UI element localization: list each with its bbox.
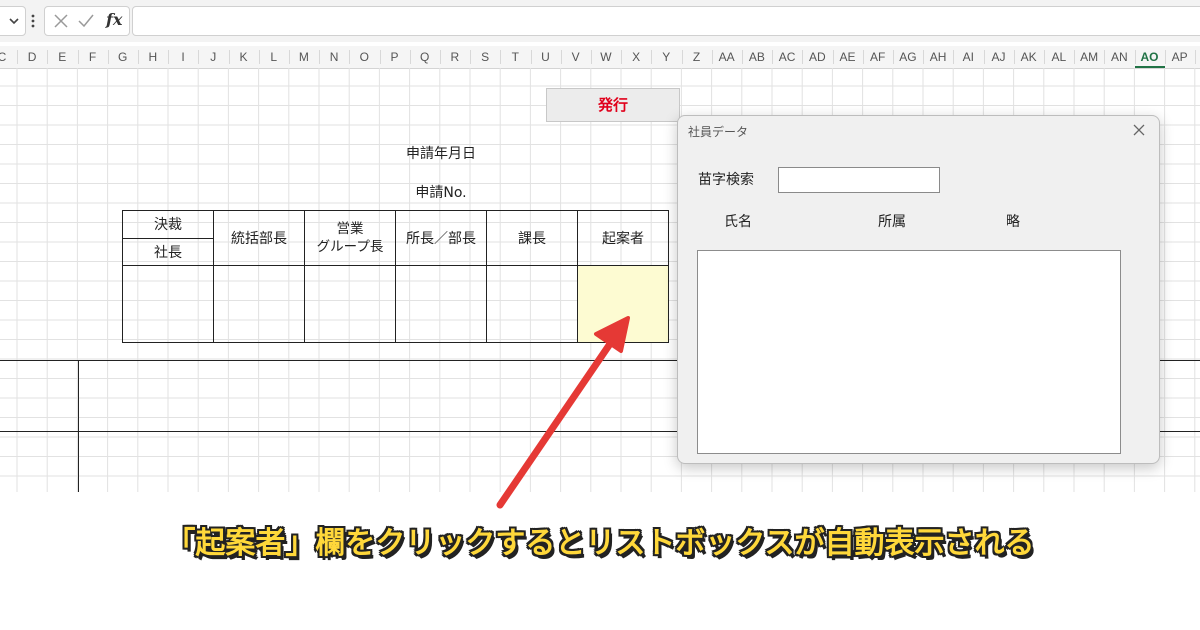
column-header-k[interactable]: K [229,46,259,68]
column-header-p[interactable]: P [380,46,410,68]
drafter-stamp-cell[interactable] [578,266,668,342]
formula-buttons: fx [44,6,130,36]
employee-data-dialog: 社員データ 苗字検索 氏名 所属 略 [677,115,1160,464]
column-header-e[interactable]: E [47,46,77,68]
list-header-name: 氏名 [724,214,752,230]
column-header-ae[interactable]: AE [833,46,863,68]
column-header-x[interactable]: X [621,46,651,68]
issue-button[interactable]: 発行 [546,88,680,122]
column-header-ai[interactable]: AI [953,46,983,68]
application-number-label: 申請No. [415,185,467,201]
column-header-ad[interactable]: AD [802,46,832,68]
caption-text: 「起案者」欄をクリックするとリストボックスが自動表示される [165,526,1035,561]
lower-box-left-border [78,360,79,492]
column-header-o[interactable]: O [349,46,379,68]
column-header-n[interactable]: N [319,46,349,68]
column-header-aq[interactable]: AQ [1195,46,1200,68]
column-header-ao[interactable]: AO [1134,46,1165,68]
column-header-w[interactable]: W [591,46,621,68]
dialog-title: 社員データ [688,125,749,139]
column-header-z[interactable]: Z [682,46,712,68]
column-header-ah[interactable]: AH [923,46,953,68]
surname-search-label: 苗字検索 [698,172,754,188]
column-header-v[interactable]: V [561,46,591,68]
column-header-j[interactable]: J [198,46,228,68]
column-header-u[interactable]: U [531,46,561,68]
column-header-m[interactable]: M [289,46,319,68]
name-box[interactable] [0,6,26,36]
list-header-department: 所属 [878,214,906,230]
function-icon[interactable]: fx [106,10,122,29]
chevron-down-icon[interactable] [7,14,21,28]
approval-header-drafter: 起案者 [602,231,644,247]
column-header-aj[interactable]: AJ [984,46,1014,68]
column-header-c[interactable]: C [0,46,17,68]
approval-header-president: 社長 [154,245,182,261]
column-header-r[interactable]: R [440,46,470,68]
confirm-icon[interactable] [77,13,95,29]
formula-input[interactable] [132,6,1200,36]
close-icon[interactable] [1129,120,1149,140]
column-header-h[interactable]: H [138,46,168,68]
formula-bar: fx [0,0,1200,42]
employee-listbox[interactable] [697,250,1121,454]
column-header-g[interactable]: G [108,46,138,68]
surname-search-input[interactable] [778,167,940,193]
column-header-ab[interactable]: AB [742,46,772,68]
approval-header-section-chief: 課長 [518,231,546,247]
column-header-aa[interactable]: AA [712,46,742,68]
column-header-q[interactable]: Q [410,46,440,68]
column-header-t[interactable]: T [500,46,530,68]
column-header-f[interactable]: F [78,46,108,68]
column-header-ap[interactable]: AP [1165,46,1195,68]
column-header-y[interactable]: Y [651,46,681,68]
column-header-am[interactable]: AM [1074,46,1104,68]
column-header-an[interactable]: AN [1104,46,1134,68]
approval-header-decision: 決裁 [154,217,182,233]
application-date-label: 申請年月日 [406,146,476,162]
column-header-af[interactable]: AF [863,46,893,68]
column-header-s[interactable]: S [470,46,500,68]
more-vert-icon[interactable] [29,13,37,29]
approval-header-general-manager: 統括部長 [231,231,287,247]
approval-header-office-director: 所長／部長 [406,231,476,247]
column-header-l[interactable]: L [259,46,289,68]
column-header-bar: C D E F G H I J K L M N O P Q R S T U V W X Y Z AA AB AC AD AE AF AG AH… [0,46,1200,69]
approval-header-sales-group-leader: 営業 グループ長 [316,221,384,255]
column-header-al[interactable]: AL [1044,46,1074,68]
cancel-icon[interactable] [53,13,69,29]
column-header-i[interactable]: I [168,46,198,68]
column-header-ag[interactable]: AG [893,46,923,68]
column-header-ac[interactable]: AC [772,46,802,68]
column-header-ak[interactable]: AK [1014,46,1044,68]
list-header-abbreviation: 略 [1006,214,1020,230]
column-header-d[interactable]: D [17,46,47,68]
